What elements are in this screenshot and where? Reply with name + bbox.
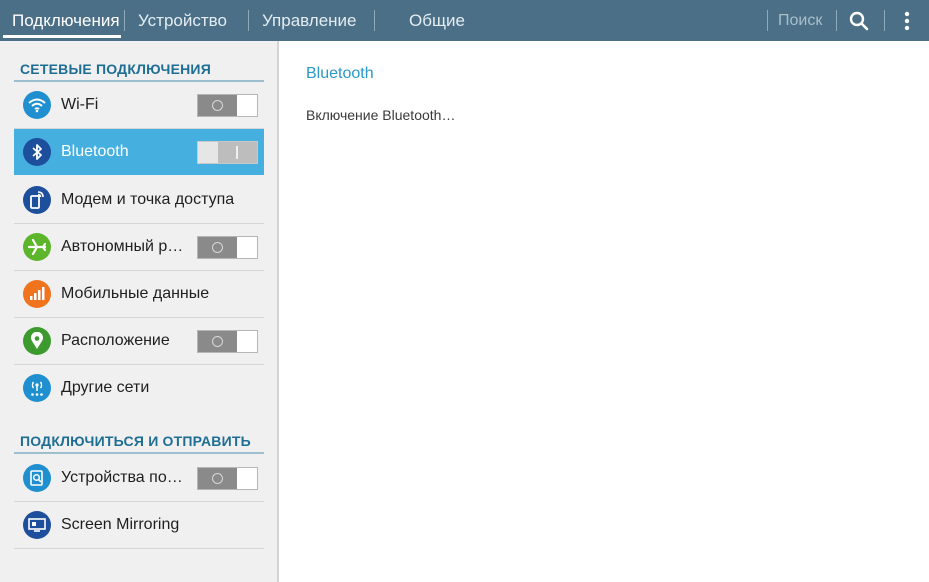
sidebar-item-label: Screen Mirroring <box>61 516 180 533</box>
airplane-icon <box>23 233 51 261</box>
bluetooth-toggle[interactable] <box>197 141 258 164</box>
tab-controls[interactable]: Управление <box>262 0 357 41</box>
sidebar-item-tethering[interactable]: Модем и точка доступа <box>14 177 264 223</box>
location-icon <box>23 327 51 355</box>
sidebar-item-label: Расположение <box>61 332 170 349</box>
sidebar-item-mobile-data[interactable]: Мобильные данные <box>14 271 264 317</box>
section-header-connect-share: ПОДКЛЮЧИТЬСЯ И ОТПРАВИТЬ <box>20 433 251 449</box>
nearby-devices-icon <box>23 464 51 492</box>
active-tab-indicator <box>3 35 121 38</box>
section-header-network: СЕТЕВЫЕ ПОДКЛЮЧЕНИЯ <box>20 61 211 77</box>
tab-general[interactable]: Общие <box>409 0 465 41</box>
sidebar-item-wifi[interactable]: Wi-Fi <box>14 82 264 128</box>
sidebar-item-nearby-devices[interactable]: Устройства поблизости <box>14 455 264 501</box>
row-divider <box>14 548 264 549</box>
bluetooth-status-text: Включение Bluetooth… <box>306 107 456 123</box>
search-divider <box>767 10 768 31</box>
wifi-icon <box>23 91 51 119</box>
tab-divider <box>248 10 249 31</box>
sidebar-item-label: Wi-Fi <box>61 96 99 113</box>
top-bar: Подключения Устройство Управление Общие … <box>0 0 929 41</box>
sidebar-item-other-networks[interactable]: Другие сети <box>14 365 264 411</box>
screen-mirroring-icon <box>23 511 51 539</box>
sidebar-item-bluetooth[interactable]: Bluetooth <box>14 129 264 175</box>
sidebar-item-label: Автономный режим <box>61 238 191 255</box>
menu-divider <box>884 10 885 31</box>
sidebar-item-label: Bluetooth <box>61 143 129 160</box>
overflow-menu-icon[interactable] <box>892 6 922 36</box>
sidebar-item-label: Мобильные данные <box>61 285 210 302</box>
sidebar-item-airplane-mode[interactable]: Автономный режим <box>14 224 264 270</box>
sidebar-item-screen-mirroring[interactable]: Screen Mirroring <box>14 502 264 548</box>
tethering-icon <box>23 186 51 214</box>
search-label[interactable]: Поиск <box>778 0 822 41</box>
mobile-data-icon <box>23 280 51 308</box>
tab-device[interactable]: Устройство <box>138 0 227 41</box>
detail-panel: Bluetooth Включение Bluetooth… <box>279 41 929 582</box>
tab-divider <box>124 10 125 31</box>
detail-title: Bluetooth <box>306 65 374 82</box>
sidebar-item-label: Другие сети <box>61 379 150 396</box>
location-toggle[interactable] <box>197 330 258 353</box>
tab-divider <box>374 10 375 31</box>
search-icon[interactable] <box>844 6 874 36</box>
nearby-devices-toggle[interactable] <box>197 467 258 490</box>
other-networks-icon <box>23 374 51 402</box>
airplane-mode-toggle[interactable] <box>197 236 258 259</box>
sidebar-item-label: Устройства поблизости <box>61 469 191 486</box>
wifi-toggle[interactable] <box>197 94 258 117</box>
sidebar-item-location[interactable]: Расположение <box>14 318 264 364</box>
bluetooth-icon <box>23 138 51 166</box>
section-underline <box>14 452 264 454</box>
sidebar-item-label: Модем и точка доступа <box>61 191 235 208</box>
search-divider <box>836 10 837 31</box>
